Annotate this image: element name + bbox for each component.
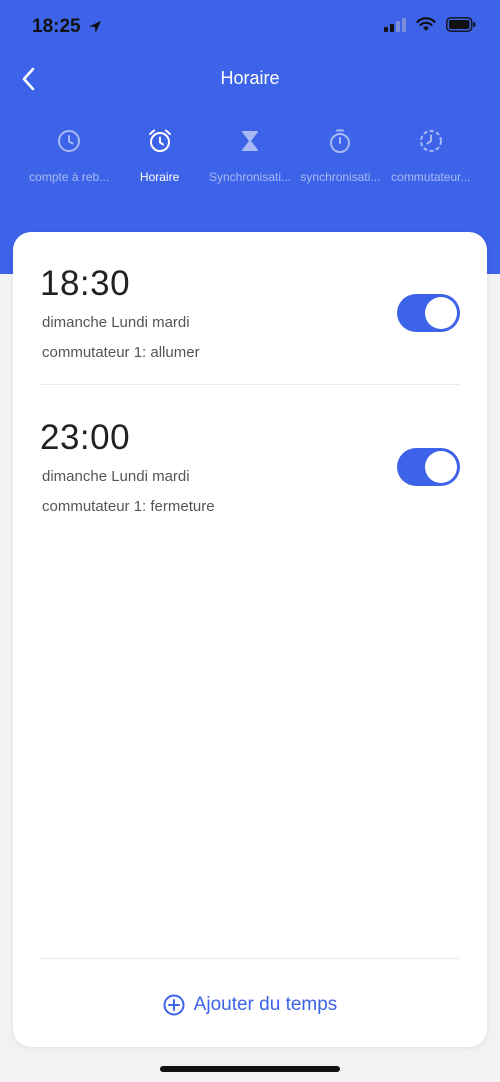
schedule-item[interactable]: 18:30 dimanche Lundi mardi commutateur 1… <box>40 264 460 361</box>
hourglass-icon <box>242 131 259 151</box>
schedule-item[interactable]: 23:00 dimanche Lundi mardi commutateur 1… <box>40 418 460 515</box>
stopwatch-icon <box>330 129 351 153</box>
tab-label: synchronisati... <box>300 170 381 184</box>
tab-schedule[interactable]: Horaire <box>114 128 204 192</box>
schedule-time: 23:00 <box>40 418 131 457</box>
cellular-signal-icon <box>384 17 406 32</box>
schedule-action: commutateur 1: allumer <box>42 344 200 361</box>
tab-countdown[interactable]: compte à reb... <box>24 128 114 192</box>
battery-icon <box>446 17 476 32</box>
tab-label: Synchronisati... <box>208 170 292 184</box>
add-time-label: Ajouter du temps <box>193 994 338 1015</box>
schedule-toggle[interactable] <box>397 294 460 332</box>
clock-icon <box>58 130 81 152</box>
schedule-card: 18:30 dimanche Lundi mardi commutateur 1… <box>13 232 487 1047</box>
status-bar: 18:25 <box>0 0 500 54</box>
location-arrow-icon <box>88 21 101 33</box>
home-indicator <box>160 1066 340 1072</box>
page-title: Horaire <box>220 68 280 88</box>
schedule-toggle[interactable] <box>397 448 460 486</box>
tab-label: commutateur... <box>391 170 471 184</box>
schedule-action: commutateur 1: fermeture <box>42 498 215 515</box>
tab-switch[interactable]: commutateur... <box>386 128 476 192</box>
tab-sync-2[interactable]: synchronisati... <box>295 128 385 192</box>
navigation-bar: Horaire <box>0 56 500 102</box>
divider <box>40 958 460 959</box>
alarm-clock-icon <box>148 129 171 152</box>
divider <box>40 384 460 385</box>
dashed-clock-icon <box>419 130 442 152</box>
add-time-button[interactable]: Ajouter du temps <box>13 987 487 1023</box>
status-time: 18:25 <box>32 16 81 37</box>
wifi-icon <box>416 17 436 31</box>
schedule-time: 18:30 <box>40 264 131 303</box>
tab-label: compte à reb... <box>29 170 110 184</box>
tab-label: Horaire <box>139 170 180 184</box>
tab-bar: compte à reb... Horaire Synchronisati...… <box>24 128 476 192</box>
toggle-knob <box>425 297 457 329</box>
toggle-knob <box>425 451 457 483</box>
plus-circle-icon <box>163 994 185 1016</box>
tab-sync-1[interactable]: Synchronisati... <box>205 128 295 192</box>
